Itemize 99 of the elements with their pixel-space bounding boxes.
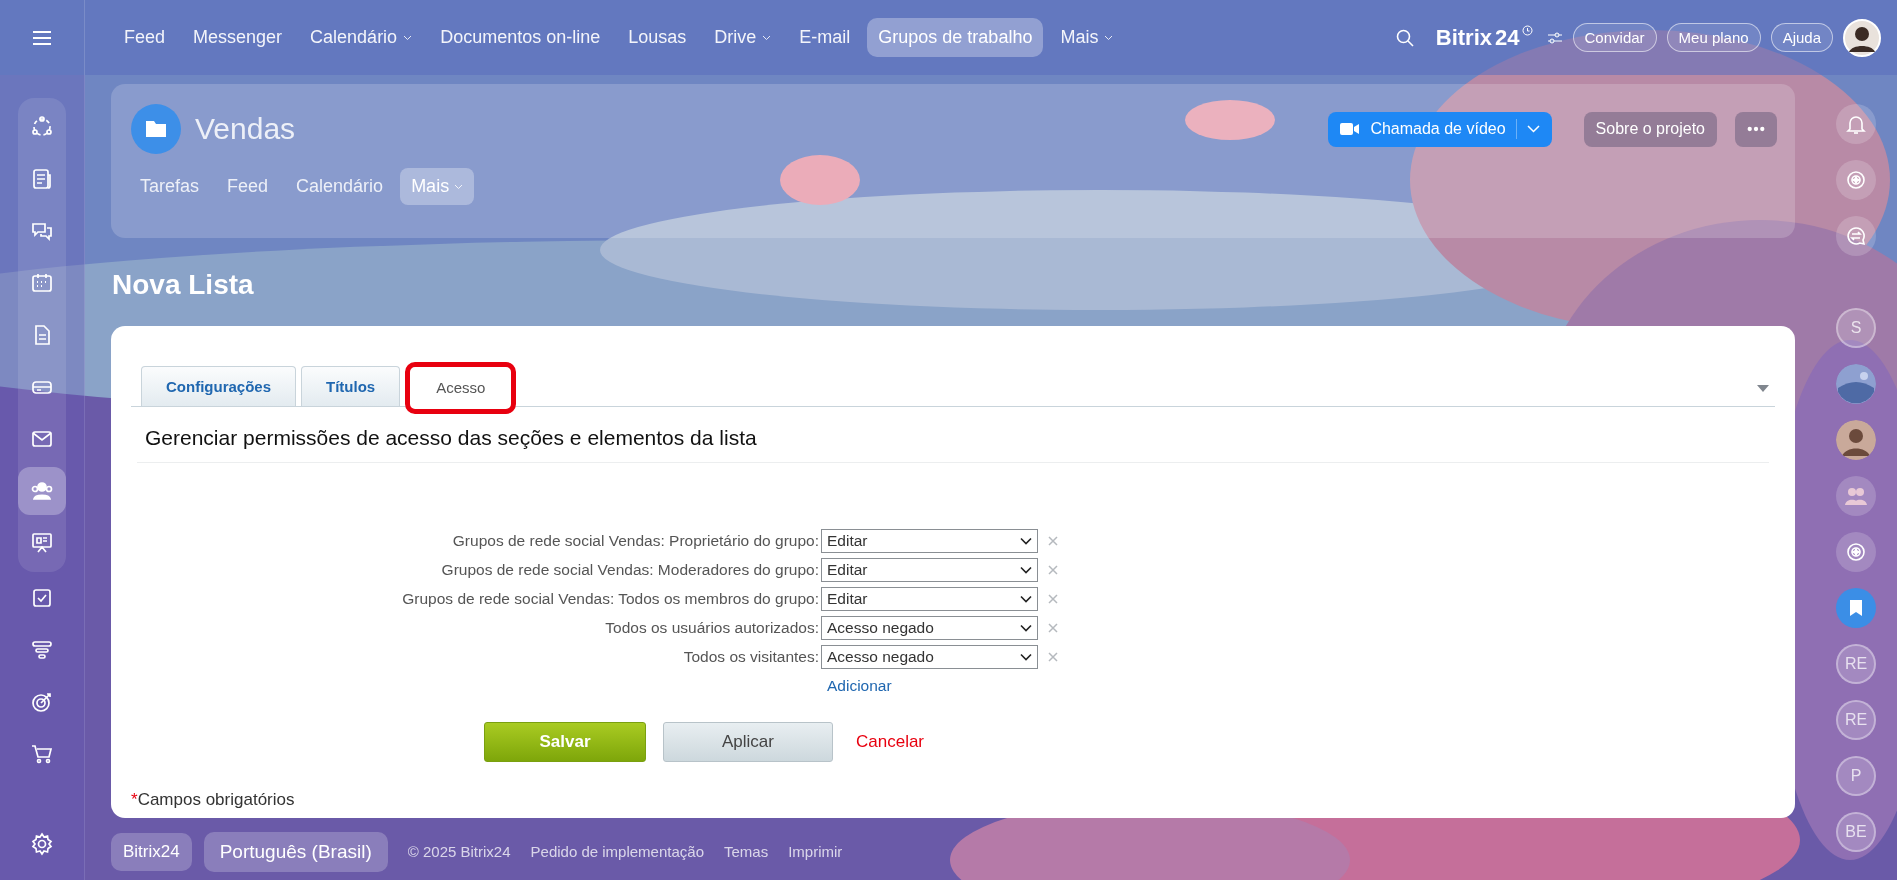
group-chat-button[interactable]	[1836, 476, 1876, 516]
presentation-icon	[30, 531, 54, 555]
apply-button[interactable]: Aplicar	[663, 721, 833, 762]
remove-icon[interactable]	[1048, 593, 1058, 604]
nav-item[interactable]: Drive	[703, 18, 783, 57]
header-button[interactable]: Convidar	[1572, 23, 1657, 52]
chevron-icon	[1020, 623, 1032, 632]
select-field[interactable]: Acesso negado	[821, 615, 1038, 640]
chat-avatar[interactable]: BE	[1836, 812, 1876, 852]
save-button[interactable]: Salvar	[484, 721, 646, 762]
chat-avatar[interactable]: RE	[1836, 700, 1876, 740]
remove-icon[interactable]	[1048, 564, 1058, 575]
project-tab[interactable]: Tarefas	[129, 168, 211, 205]
nav-item[interactable]: Feed	[113, 18, 177, 57]
avatar-icon[interactable]	[1836, 420, 1876, 460]
footer-link[interactable]: Pedido de implementação	[530, 843, 704, 861]
nav-item[interactable]: Grupos de trabalho	[867, 18, 1044, 57]
menu-icon[interactable]	[32, 29, 52, 46]
form-tab[interactable]: Configurações	[141, 365, 296, 406]
footer-logo[interactable]: Bitrix24	[111, 832, 192, 871]
header-button[interactable]: Meu plano	[1666, 23, 1761, 52]
more-icon	[1747, 126, 1765, 132]
logo: Bitrix24	[1435, 24, 1520, 51]
select-field[interactable]: Acesso negado	[821, 644, 1038, 669]
more-button[interactable]	[1735, 111, 1777, 147]
settings-icon[interactable]	[30, 832, 54, 856]
caret-icon	[1104, 34, 1114, 41]
bookmark-icon	[1849, 599, 1863, 617]
nav-item[interactable]: Calendário	[299, 18, 424, 57]
group-icon	[1844, 485, 1868, 507]
chat-icon	[1845, 225, 1867, 247]
chevron-icon	[1020, 536, 1032, 545]
header-button[interactable]: Ajuda	[1770, 23, 1833, 52]
footer-link[interactable]: Temas	[724, 843, 769, 861]
camera-icon	[1340, 122, 1361, 136]
footer-link[interactable]: © 2025 Bitrix24	[407, 843, 511, 861]
section-heading: Gerenciar permissões de acesso das seções e elementos da lista	[137, 406, 1769, 463]
chat-avatar[interactable]: RE	[1836, 644, 1876, 684]
cancel-link[interactable]: Cancelar	[856, 731, 925, 752]
sliders-icon[interactable]	[1546, 31, 1563, 44]
nav-item[interactable]: Lousas	[617, 18, 698, 57]
search-icon[interactable]	[1395, 28, 1414, 47]
chat-avatar[interactable]: P	[1836, 756, 1876, 796]
project-tab[interactable]: Mais	[400, 168, 475, 205]
funnel-icon	[30, 638, 54, 662]
remove-icon[interactable]	[1048, 622, 1058, 633]
permission-label: Grupos de rede social Vendas: Proprietário do grupo:	[451, 531, 819, 550]
select-field[interactable]: Editar	[821, 586, 1038, 611]
swirl-icon	[1845, 169, 1867, 191]
permission-label: Grupos de rede social Vendas: Moderadores do grupo:	[440, 560, 819, 579]
select-field[interactable]: Editar	[821, 557, 1038, 582]
about-project-button[interactable]: Sobre o projeto	[1583, 111, 1717, 147]
form-tab[interactable]: Acesso	[405, 361, 517, 414]
notification-button[interactable]	[1836, 104, 1876, 144]
calendar-icon	[30, 271, 54, 295]
permission-label: Todos os visitantes:	[682, 647, 819, 666]
caret-icon[interactable]	[1526, 125, 1540, 133]
permission-label: Todos os usuários autorizados:	[604, 618, 819, 637]
chevron-icon	[1020, 652, 1032, 661]
target-icon	[30, 690, 54, 714]
caret-icon	[403, 34, 413, 41]
swirl-icon	[1845, 541, 1867, 563]
add-link[interactable]: Adicionar	[827, 676, 892, 695]
remove-icon[interactable]	[1048, 651, 1058, 662]
bell-icon	[1845, 113, 1867, 135]
user-avatar[interactable]	[1843, 18, 1881, 57]
copilot-button[interactable]	[1836, 532, 1876, 572]
task-icon	[30, 586, 54, 610]
copilot-button[interactable]	[1836, 160, 1876, 200]
project-tab[interactable]: Calendário	[285, 168, 395, 205]
chevron-icon	[1020, 565, 1032, 574]
required-mark: *	[131, 789, 138, 809]
nav-item[interactable]: Mais	[1049, 18, 1125, 57]
required-note: Campos obrigatórios	[137, 789, 295, 809]
cart-icon	[30, 742, 54, 766]
chat-avatar[interactable]: S	[1836, 308, 1876, 348]
clock-icon	[1521, 25, 1533, 36]
project-tab[interactable]: Feed	[216, 168, 280, 205]
remove-icon[interactable]	[1048, 535, 1058, 546]
caret-icon	[762, 34, 772, 41]
project-title: Vendas	[195, 112, 296, 146]
chat-button[interactable]	[1836, 216, 1876, 256]
page-title: Nova Lista	[112, 268, 255, 302]
sidebar-item[interactable]	[18, 467, 66, 515]
select-field[interactable]: Editar	[821, 528, 1038, 553]
nav-item[interactable]: E-mail	[788, 18, 862, 57]
language-select[interactable]: Português (Brasil)	[203, 831, 388, 872]
video-call-button[interactable]: Chamada de vídeo	[1328, 111, 1552, 147]
collapse-icon[interactable]	[1757, 384, 1769, 392]
nav-item[interactable]: Documentos on-line	[429, 18, 612, 57]
caret-icon	[454, 183, 464, 190]
chevron-icon	[1020, 594, 1032, 603]
permission-label: Grupos de rede social Vendas: Todos os membros do grupo:	[401, 589, 819, 608]
form-tab[interactable]: Títulos	[301, 365, 401, 406]
group-icon	[30, 479, 54, 503]
folder-icon	[131, 104, 181, 154]
news-icon	[30, 167, 54, 191]
footer-link[interactable]: Imprimir	[788, 843, 843, 861]
nav-item[interactable]: Messenger	[182, 18, 294, 57]
